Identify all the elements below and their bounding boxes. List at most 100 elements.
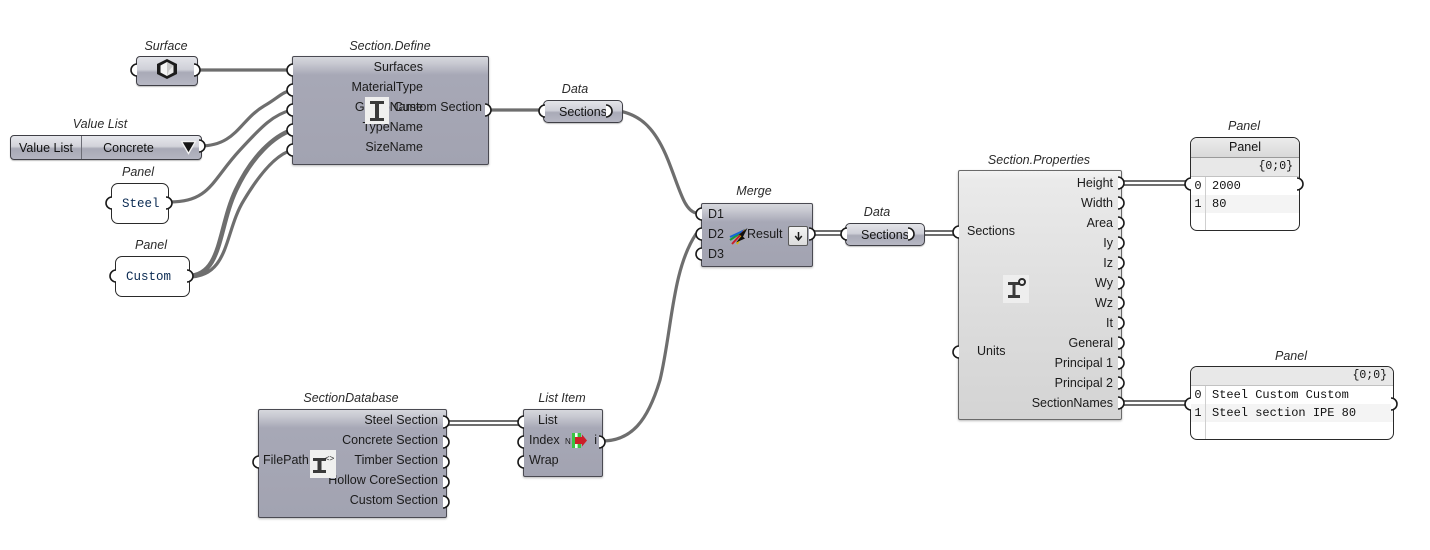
section-database-node[interactable]: FilePath Steel Section Concrete Section … [258, 409, 447, 518]
panel-custom-node[interactable]: Custom [115, 256, 190, 297]
section-database-input-filepath: FilePath [263, 453, 309, 467]
value-list-selected-value[interactable]: Concrete [82, 136, 175, 159]
merge-node[interactable]: D1 D2 D3 Result [701, 203, 813, 267]
list-item-input-index: Index [529, 433, 560, 447]
row-index: 0 [1191, 177, 1206, 195]
section-database-output-timber-section: Timber Section [354, 453, 438, 467]
merge-input-d1: D1 [708, 207, 724, 221]
panel-top-right-rows: 0 2000 1 80 [1191, 177, 1299, 230]
panel-bottom-right-gutter [1205, 386, 1206, 439]
section-properties-output-height: Height [1076, 176, 1113, 190]
data-sections-left-label: Sections [559, 104, 607, 119]
section-define-input-materialtype: MaterialType [351, 80, 423, 94]
section-properties-output-general: General [1068, 336, 1113, 350]
panel-custom-text: Custom [126, 269, 172, 284]
panel-steel-text: Steel [122, 196, 160, 211]
row-index: 1 [1191, 404, 1206, 422]
panel-bottom-right-path: {0;0} [1191, 367, 1393, 386]
data-sections-right-node[interactable]: Sections [845, 223, 925, 246]
section-define-input-surfaces: Surfaces [373, 60, 423, 74]
panel-top-right-title: Panel [1191, 138, 1299, 158]
section-properties-output-wz: Wz [1094, 296, 1113, 310]
list-item-input-list: List [538, 413, 558, 427]
section-properties-output-sectionnames: SectionNames [1031, 396, 1113, 410]
merge-input-d3: D3 [708, 247, 724, 261]
panel-bottom-right-rows: 0 Steel Custom Custom 1 Steel section IP… [1191, 386, 1393, 439]
section-database-output-concrete-section: Concrete Section [342, 433, 438, 447]
section-properties-output-area: Area [1086, 216, 1113, 230]
i-beam-db-icon: <> [313, 454, 334, 473]
section-properties-output-iy: Iy [1103, 236, 1113, 250]
i-beam-props-icon [1008, 278, 1026, 298]
table-row: 0 Steel Custom Custom [1191, 386, 1393, 404]
merge-input-d2: D2 [708, 227, 724, 241]
merge-arrows-icon [728, 226, 750, 253]
list-item-icon: N [565, 431, 589, 456]
list-item-input-wrap: Wrap [529, 453, 559, 467]
list-item-icon: N [565, 433, 587, 448]
surface-icon [155, 58, 179, 85]
section-properties-node[interactable]: Sections Units Height Width Area Iy Iz W… [958, 170, 1122, 420]
chevron-down-icon[interactable] [175, 136, 201, 159]
svg-text:N: N [565, 437, 571, 446]
wire-layer [168, 68, 1191, 443]
row-index: 1 [1191, 195, 1206, 213]
section-properties-icon-box [1003, 275, 1029, 303]
data-sections-left-caption: Data [561, 82, 589, 96]
panel-top-right-caption: Panel [1228, 119, 1260, 133]
section-properties-caption: Section.Properties [987, 153, 1091, 167]
panel-steel-caption: Panel [122, 165, 154, 179]
table-row: 0 2000 [1191, 177, 1299, 195]
svg-text:<>: <> [325, 454, 334, 463]
list-item-node[interactable]: List Index Wrap i N [523, 409, 603, 477]
arrow-down-icon [794, 231, 802, 241]
table-row: 1 80 [1191, 195, 1299, 213]
value-list-name: Value List [11, 136, 82, 159]
panel-top-right-path: {0;0} [1191, 158, 1299, 177]
row-index: 0 [1191, 386, 1206, 404]
row-value: Steel Custom Custom [1212, 388, 1349, 402]
section-define-input-sizename: SizeName [365, 140, 423, 154]
panel-bottom-right-caption: Panel [1275, 349, 1307, 363]
merge-caption: Merge [736, 184, 772, 198]
merge-output-result: Result [747, 227, 783, 241]
panel-top-right-node[interactable]: Panel {0;0} 0 2000 1 80 [1190, 137, 1300, 231]
data-sections-right-caption: Data [863, 205, 891, 219]
section-properties-input-units: Units [977, 344, 1006, 358]
section-properties-input-sections: Sections [967, 224, 1015, 238]
section-database-output-steel-section: Steel Section [364, 413, 438, 427]
value-list-caption: Value List [72, 117, 128, 131]
section-properties-output-principal-2: Principal 2 [1054, 376, 1113, 390]
i-beam-icon [370, 100, 384, 121]
section-database-output-custom-section: Custom Section [349, 493, 438, 507]
panel-custom-caption: Panel [135, 238, 167, 252]
section-database-caption: SectionDatabase [303, 391, 399, 405]
list-item-caption: List Item [538, 391, 586, 405]
surface-caption: Surface [144, 39, 188, 53]
table-row: 1 Steel section IPE 80 [1191, 404, 1393, 422]
section-database-icon-box: <> [310, 450, 336, 478]
panel-bottom-right-node[interactable]: {0;0} 0 Steel Custom Custom 1 Steel sect… [1190, 366, 1394, 440]
row-value: Steel section IPE 80 [1212, 406, 1357, 420]
section-properties-output-iz: Iz [1103, 256, 1113, 270]
section-define-node[interactable]: Surfaces MaterialType GroupName TypeName… [292, 56, 489, 165]
list-item-output-i: i [594, 433, 597, 447]
section-database-output-hollow-coresection: Hollow CoreSection [328, 473, 438, 487]
section-properties-output-principal-1: Principal 1 [1054, 356, 1113, 370]
section-properties-output-wy: Wy [1095, 276, 1113, 290]
section-define-input-typename: TypeName [362, 120, 423, 134]
data-sections-right-label: Sections [861, 227, 909, 242]
panel-top-right-gutter [1205, 177, 1206, 230]
section-define-caption: Section.Define [349, 39, 431, 53]
section-properties-output-it: It [1106, 316, 1113, 330]
value-list-node[interactable]: Value List Concrete [10, 135, 202, 160]
graph-canvas[interactable]: Surface Section.Define Surfaces Material… [0, 0, 1430, 550]
panel-steel-node[interactable]: Steel [111, 183, 169, 224]
merge-collapse-button[interactable] [788, 226, 808, 246]
data-sections-left-node[interactable]: Sections [543, 100, 623, 123]
section-define-icon-box [365, 97, 389, 124]
surface-node[interactable] [136, 56, 198, 86]
row-value: 80 [1212, 197, 1227, 211]
section-define-output-custom-section: Custom Section [393, 100, 482, 114]
row-value: 2000 [1212, 179, 1241, 193]
